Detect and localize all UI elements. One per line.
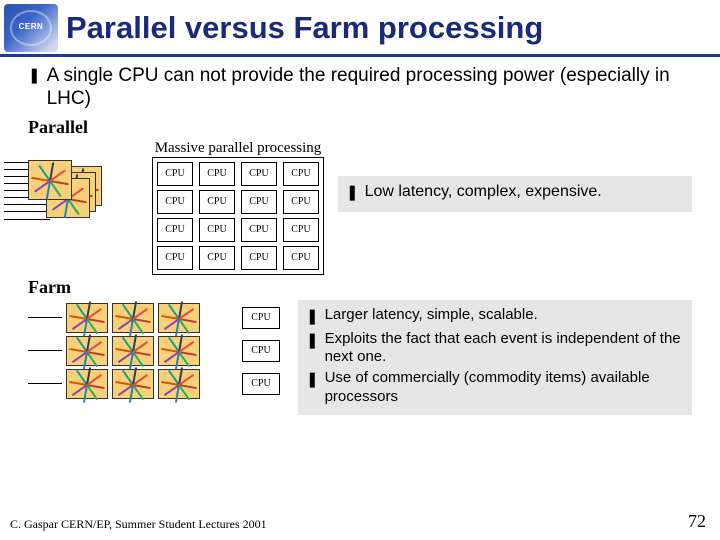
footer-credit: C. Gaspar CERN/EP, Summer Student Lectur… bbox=[10, 517, 267, 532]
event-card bbox=[66, 303, 108, 333]
connector-line bbox=[28, 383, 62, 384]
cpu-cell: CPU bbox=[241, 190, 277, 214]
parallel-note-box: ❚ Low latency, complex, expensive. bbox=[338, 176, 692, 212]
cpu-cell: CPU bbox=[157, 162, 193, 186]
cpu-cell: CPU bbox=[157, 246, 193, 270]
bullet-icon: ❚ bbox=[28, 65, 41, 87]
slide-title: Parallel versus Farm processing bbox=[66, 10, 712, 46]
tracks-icon bbox=[69, 306, 105, 330]
page-number: 72 bbox=[688, 511, 706, 532]
farm-diagram: CPU CPU CPU bbox=[28, 300, 280, 402]
lead-text: A single CPU can not provide the require… bbox=[47, 65, 692, 111]
tracks-icon bbox=[69, 339, 105, 363]
logo-text: CERN bbox=[4, 22, 58, 31]
slide-header: CERN Parallel versus Farm processing bbox=[0, 0, 720, 57]
bullet-icon: ❚ bbox=[306, 369, 319, 391]
farm-row: CPU bbox=[28, 336, 280, 366]
parallel-subhead: Massive parallel processing bbox=[152, 140, 324, 157]
parallel-note: Low latency, complex, expensive. bbox=[365, 182, 602, 202]
cpu-cell: CPU bbox=[242, 340, 280, 362]
cpu-cell: CPU bbox=[157, 190, 193, 214]
cpu-cell: CPU bbox=[283, 246, 319, 270]
tracks-icon bbox=[161, 306, 197, 330]
cpu-block: Massive parallel processing CPU CPU CPU … bbox=[152, 140, 324, 275]
event-card bbox=[112, 369, 154, 399]
bullet-icon: ❚ bbox=[346, 182, 359, 204]
event-card bbox=[158, 369, 200, 399]
cern-logo-icon: CERN bbox=[4, 4, 58, 52]
farm-row: CPU bbox=[28, 369, 280, 399]
parallel-label: Parallel bbox=[28, 117, 692, 138]
event-card bbox=[28, 160, 72, 200]
slide-body: ❚ A single CPU can not provide the requi… bbox=[0, 57, 720, 415]
farm-section: CPU CPU CPU ❚ Larger latency, simple, sca… bbox=[28, 300, 692, 415]
farm-note-box: ❚ Larger latency, simple, scalable. ❚ Expl… bbox=[298, 300, 692, 415]
cpu-cell: CPU bbox=[283, 218, 319, 242]
farm-note-0: Larger latency, simple, scalable. bbox=[325, 306, 538, 325]
tracks-icon bbox=[115, 372, 151, 396]
lead-bullet: ❚ A single CPU can not provide the requi… bbox=[28, 65, 692, 111]
slide-footer: C. Gaspar CERN/EP, Summer Student Lectur… bbox=[10, 511, 706, 532]
parallel-section: Massive parallel processing CPU CPU CPU … bbox=[28, 140, 692, 275]
cpu-cell: CPU bbox=[241, 162, 277, 186]
cpu-cell: CPU bbox=[242, 307, 280, 329]
farm-note-2: Use of commercially (commodity items) av… bbox=[325, 369, 684, 407]
cpu-cell: CPU bbox=[241, 246, 277, 270]
event-card bbox=[112, 336, 154, 366]
stacked-events-diagram bbox=[28, 160, 138, 270]
tracks-icon bbox=[115, 339, 151, 363]
event-card bbox=[158, 303, 200, 333]
event-card bbox=[66, 369, 108, 399]
cpu-cell: CPU bbox=[199, 218, 235, 242]
farm-row: CPU bbox=[28, 303, 280, 333]
bullet-icon: ❚ bbox=[306, 330, 319, 352]
tracks-icon bbox=[161, 372, 197, 396]
tracks-icon bbox=[31, 163, 69, 197]
bullet-icon: ❚ bbox=[306, 306, 319, 328]
tracks-icon bbox=[69, 372, 105, 396]
farm-note-1: Exploits the fact that each event is ind… bbox=[325, 330, 684, 368]
cpu-cell: CPU bbox=[283, 162, 319, 186]
connector-line bbox=[28, 350, 62, 351]
cpu-cell: CPU bbox=[157, 218, 193, 242]
event-card bbox=[66, 336, 108, 366]
connector-line bbox=[28, 317, 62, 318]
cpu-cell: CPU bbox=[199, 246, 235, 270]
cpu-cell: CPU bbox=[283, 190, 319, 214]
cpu-cell: CPU bbox=[199, 162, 235, 186]
cpu-grid: CPU CPU CPU CPU CPU CPU CPU CPU CPU CPU … bbox=[152, 157, 324, 275]
farm-label: Farm bbox=[28, 277, 692, 298]
cpu-cell: CPU bbox=[199, 190, 235, 214]
cpu-cell: CPU bbox=[242, 373, 280, 395]
event-card bbox=[112, 303, 154, 333]
tracks-icon bbox=[115, 306, 151, 330]
event-card bbox=[158, 336, 200, 366]
cpu-cell: CPU bbox=[241, 218, 277, 242]
tracks-icon bbox=[161, 339, 197, 363]
